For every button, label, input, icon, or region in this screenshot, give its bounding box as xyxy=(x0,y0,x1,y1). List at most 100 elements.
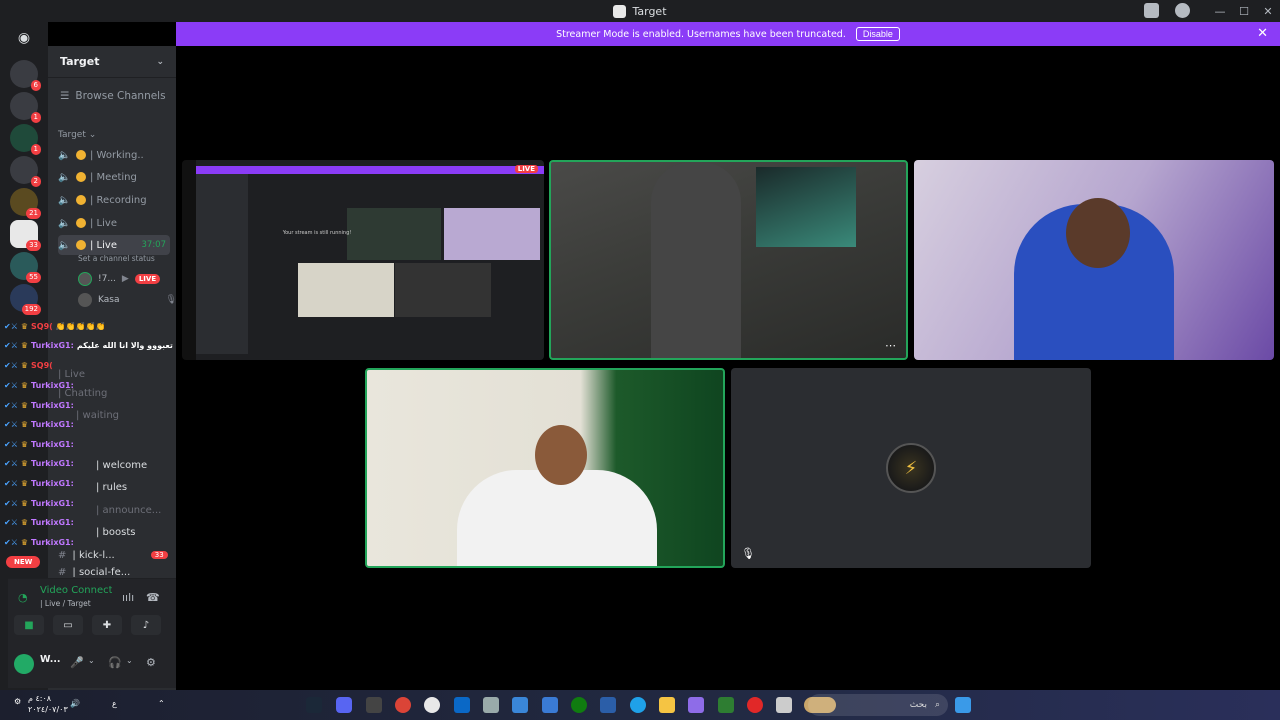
text-channel[interactable]: | boosts xyxy=(96,522,135,542)
participant-head xyxy=(1066,198,1130,268)
close-window-button[interactable]: ✕ xyxy=(1256,5,1280,18)
help-icon[interactable] xyxy=(1175,3,1190,18)
folder-icon[interactable] xyxy=(659,697,675,713)
chevron-down-icon[interactable]: ⌄ xyxy=(126,656,133,665)
opera-icon[interactable] xyxy=(747,697,763,713)
camera-button[interactable]: ■ xyxy=(14,615,44,635)
tray-date: ٢٠٢٤/٠٧/٠٣ xyxy=(28,705,68,714)
screen-share-button[interactable]: ▭ xyxy=(53,615,83,635)
close-banner-icon[interactable]: ✕ xyxy=(1257,26,1268,41)
voice-member[interactable]: !7... ▶ LIVE xyxy=(78,270,161,288)
browse-channels-link[interactable]: ☰ Browse Channels xyxy=(60,90,166,102)
server-icon[interactable]: 6 xyxy=(10,60,41,91)
chrome-icon[interactable] xyxy=(395,697,411,713)
tray-expand-icon[interactable]: ⌃ xyxy=(158,699,165,708)
text-channel[interactable]: | rules xyxy=(96,477,127,497)
mini-video-tile xyxy=(298,263,394,317)
participant-avatar-tile[interactable]: ⚡ 🎙 xyxy=(731,368,1091,568)
disable-streamer-mode-button[interactable]: Disable xyxy=(855,27,900,41)
microphone-icon[interactable]: 🎤 xyxy=(70,656,84,669)
text-channel[interactable]: # | social-fe... xyxy=(58,567,130,577)
maximize-button[interactable]: ☐ xyxy=(1232,5,1256,18)
minimize-button[interactable]: — xyxy=(1208,5,1232,18)
user-avatar[interactable] xyxy=(14,654,34,674)
hash-icon: # xyxy=(58,567,67,577)
disconnect-icon[interactable]: ☎ xyxy=(146,591,160,604)
settings-gear-icon[interactable]: ⚙ xyxy=(146,656,156,669)
volume-icon[interactable]: 🔊 xyxy=(70,699,80,708)
category-header[interactable]: Target ⌄ xyxy=(58,130,96,140)
live-badge: LIVE xyxy=(134,274,161,284)
channel-label: | Live xyxy=(90,217,117,229)
server-icon[interactable]: 1 xyxy=(10,92,41,123)
server-header[interactable]: Target ⌄ xyxy=(48,46,176,78)
app-icon xyxy=(613,4,627,18)
voice-channel-faded[interactable]: | Chatting xyxy=(58,383,107,403)
voice-channel[interactable]: 🔈 | Live xyxy=(58,213,170,233)
store-icon[interactable] xyxy=(600,697,616,713)
more-options-icon[interactable]: ⋯ xyxy=(885,339,896,352)
channel-label: | Recording xyxy=(90,194,147,206)
member-name: Kasa xyxy=(98,295,120,305)
speaker-icon: 🔈 xyxy=(58,240,71,251)
chat-line: ✔⚔ ♛ TurkixG1: xyxy=(4,479,74,488)
chevron-down-icon[interactable]: ⌄ xyxy=(88,656,95,665)
voice-channel-active[interactable]: 🔈 | Live 37:07 xyxy=(58,235,170,255)
steam-icon[interactable] xyxy=(306,697,322,713)
mail-icon[interactable] xyxy=(512,697,528,713)
settings-icon[interactable] xyxy=(483,697,499,713)
app-icon[interactable] xyxy=(776,697,792,713)
browser-icon[interactable] xyxy=(424,697,440,713)
discord-home-icon[interactable]: ◉ xyxy=(10,26,38,50)
server-icon[interactable]: 192 xyxy=(10,284,41,315)
server-icon[interactable]: 2 xyxy=(10,156,41,187)
server-icon[interactable]: 21 xyxy=(10,188,41,219)
voice-connection-panel: ◔ Video Connected | Live / Target ıılı ☎… xyxy=(8,578,176,640)
edge-icon[interactable] xyxy=(630,697,646,713)
soundboard-button[interactable]: ♪ xyxy=(131,615,161,635)
noise-suppression-icon[interactable]: ıılı xyxy=(122,591,134,604)
participant-video-tile[interactable]: ⋯ xyxy=(549,160,908,360)
server-icon[interactable]: 55 xyxy=(10,252,41,283)
text-channel[interactable]: | welcome xyxy=(96,455,147,475)
new-unreads-pill[interactable]: NEW xyxy=(6,556,41,568)
hash-icon: # xyxy=(58,549,67,561)
xbox-icon[interactable] xyxy=(571,697,587,713)
shared-screen-banner xyxy=(196,166,544,174)
discord-icon[interactable] xyxy=(336,697,352,713)
taskbar-search[interactable]: بحث ⌕ xyxy=(808,694,948,716)
voice-member[interactable]: Kasa 🎙 xyxy=(78,291,177,309)
photos-icon[interactable] xyxy=(454,697,470,713)
avatar xyxy=(78,293,92,307)
text-channel[interactable]: | announce... xyxy=(96,500,161,520)
list-icon: ☰ xyxy=(60,90,70,102)
chat-line: ✔⚔ ♛ TurkixG1: كلكم تعبووو والا انا الله عل… xyxy=(4,341,195,350)
channel-status[interactable]: Set a channel status xyxy=(78,254,155,263)
participant-video-tile[interactable] xyxy=(365,368,725,568)
app-icon[interactable] xyxy=(542,697,558,713)
headphones-icon[interactable]: 🎧 xyxy=(108,656,122,669)
voice-channel[interactable]: 🔈 | Recording xyxy=(58,190,170,210)
voice-channel-faded[interactable]: | Live xyxy=(58,364,85,384)
participant-video-tile[interactable] xyxy=(914,160,1274,360)
app-icon[interactable] xyxy=(366,697,382,713)
chat-line: ✔⚔ ♛ TurkixG1: xyxy=(4,420,74,429)
screen-share-tile[interactable]: LIVE Your stream is still running! xyxy=(182,160,544,360)
voice-status-sub[interactable]: | Live / Target xyxy=(40,599,91,608)
signal-icon[interactable]: ◔ xyxy=(18,591,28,604)
server-icon[interactable]: 1 xyxy=(10,124,41,155)
windows-start-icon[interactable] xyxy=(955,697,971,713)
voice-channel[interactable]: 🔈 | Meeting xyxy=(58,167,170,187)
copilot-icon[interactable] xyxy=(688,697,704,713)
tray-settings-icon[interactable]: ⚙ xyxy=(14,697,21,706)
inbox-icon[interactable] xyxy=(1144,3,1159,18)
username[interactable]: W... xyxy=(40,654,61,665)
voice-channel[interactable]: 🔈 | Working.. xyxy=(58,145,170,165)
app-icon[interactable] xyxy=(718,697,734,713)
language-indicator[interactable]: ع xyxy=(112,699,117,708)
server-icon-target[interactable]: 33 xyxy=(10,220,41,251)
status-dot xyxy=(76,240,86,250)
voice-channel-faded[interactable]: | waiting xyxy=(76,405,119,425)
activities-button[interactable]: ✚ xyxy=(92,615,122,635)
text-channel[interactable]: # | kick-l... 33 xyxy=(58,545,168,565)
